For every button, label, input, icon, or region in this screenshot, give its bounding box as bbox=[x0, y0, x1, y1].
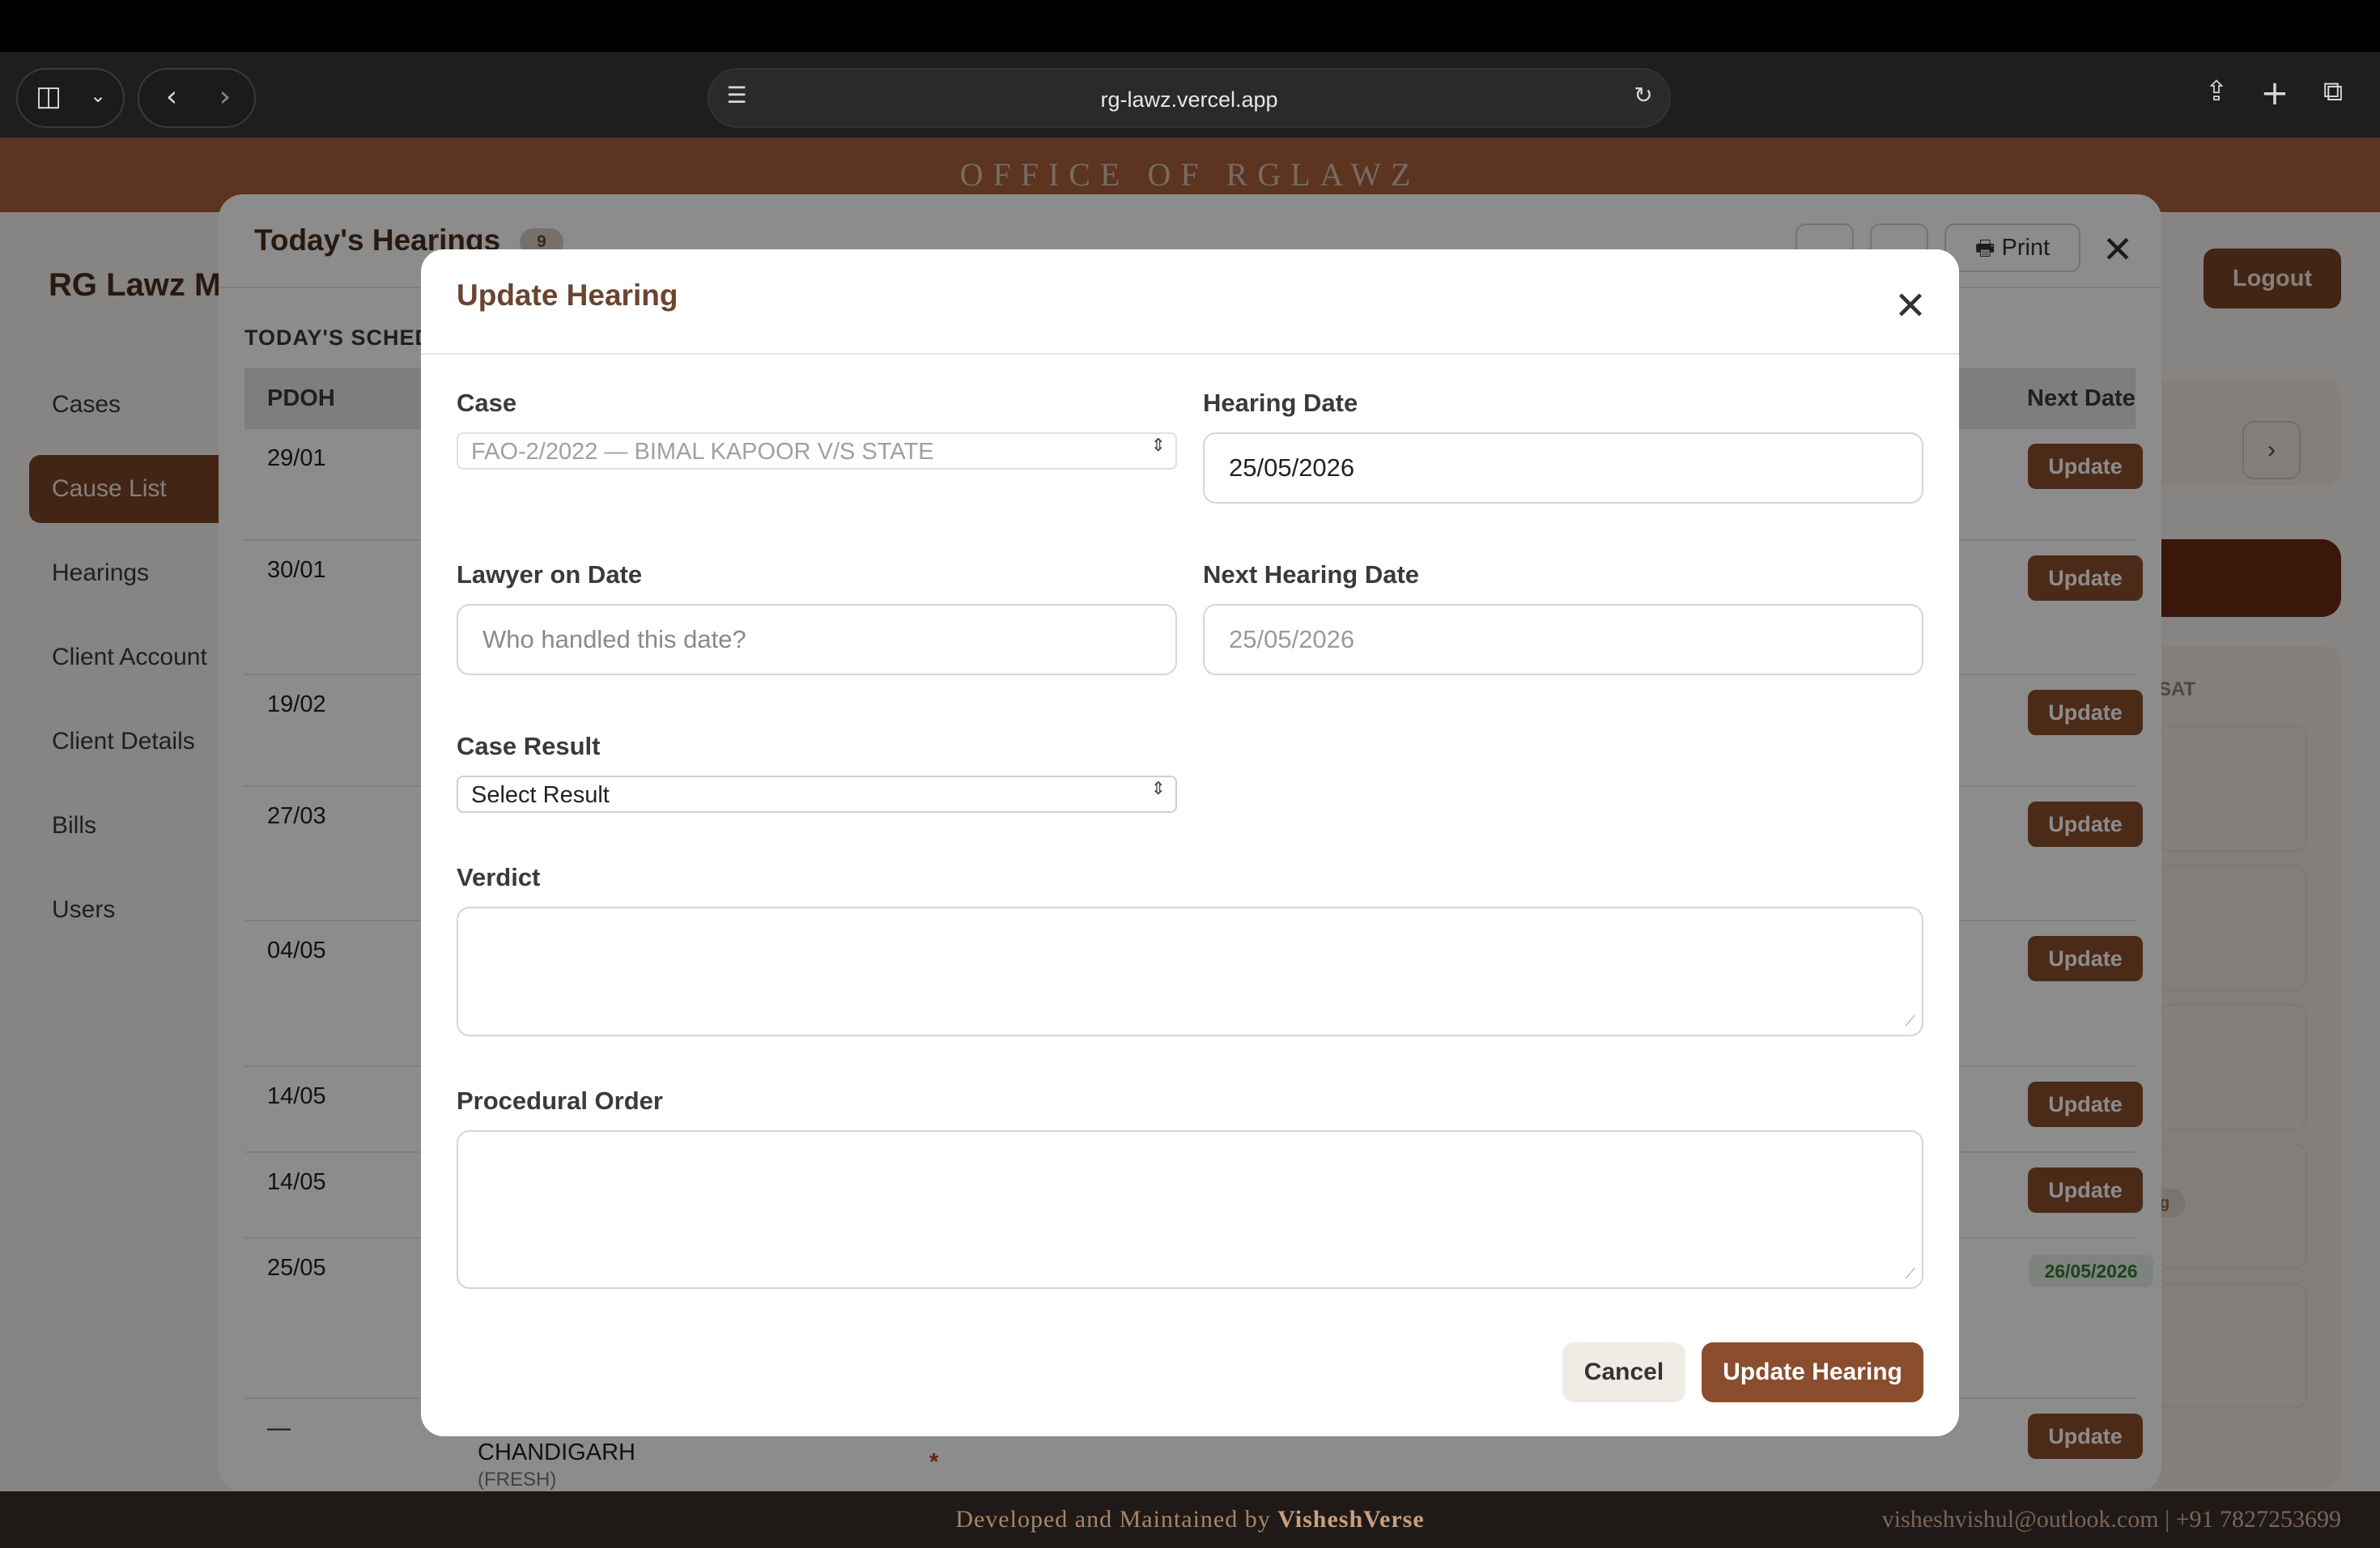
footer-contact: visheshvishul@outlook.com | +91 78272536… bbox=[1881, 1506, 2341, 1533]
hearing-date-input[interactable]: 25/05/2026 bbox=[1203, 432, 1923, 504]
update-hearing-modal: Update Hearing ✕ Case FAO-2/2022 — BIMAL… bbox=[421, 249, 1959, 1436]
reload-icon[interactable]: ↻ bbox=[1629, 84, 1658, 113]
procedural-order-textarea[interactable]: ⟋ bbox=[457, 1130, 1923, 1289]
footer-developer: VisheshVerse bbox=[1277, 1506, 1425, 1533]
lawyer-label: Lawyer on Date bbox=[457, 560, 643, 589]
case-label: Case bbox=[457, 389, 517, 417]
modal-divider bbox=[421, 353, 1959, 355]
url-text: rg-lawz.vercel.app bbox=[1100, 87, 1278, 112]
verdict-textarea[interactable]: ⟋ bbox=[457, 907, 1923, 1036]
tabs-overview-icon[interactable]: ⧉ bbox=[2315, 78, 2351, 113]
share-icon[interactable]: ⇪ bbox=[2199, 78, 2234, 113]
next-hearing-date-input[interactable]: 25/05/2026 bbox=[1203, 604, 1923, 675]
update-hearing-button[interactable]: Update Hearing bbox=[1702, 1342, 1923, 1402]
browser-toolbar: ◫ ⌄ ‹ › ☰ rg-lawz.vercel.app ↻ ⇪ + ⧉ bbox=[0, 52, 2380, 138]
new-tab-icon[interactable]: + bbox=[2257, 76, 2293, 112]
next-hearing-date-label: Next Hearing Date bbox=[1203, 560, 1420, 589]
case-result-value: Select Result bbox=[471, 782, 610, 808]
verdict-label: Verdict bbox=[457, 863, 541, 891]
cancel-button[interactable]: Cancel bbox=[1562, 1342, 1685, 1402]
resize-handle-icon[interactable]: ⟋ bbox=[1905, 1013, 1915, 1030]
hearing-date-label: Hearing Date bbox=[1203, 389, 1358, 417]
resize-handle-icon[interactable]: ⟋ bbox=[1905, 1265, 1915, 1282]
back-icon[interactable]: ‹ bbox=[157, 83, 186, 115]
address-bar[interactable]: ☰ rg-lawz.vercel.app ↻ bbox=[708, 68, 1671, 128]
history-nav-group: ‹ › bbox=[138, 68, 256, 128]
chevron-down-icon[interactable]: ⌄ bbox=[86, 86, 110, 110]
case-select-value: FAO-2/2022 — BIMAL KAPOOR V/S STATE bbox=[471, 439, 934, 465]
modal-title: Update Hearing bbox=[457, 279, 678, 312]
case-result-select[interactable]: Select Result ⇕ bbox=[457, 776, 1177, 813]
footer-prefix: Developed and Maintained by bbox=[955, 1506, 1271, 1533]
select-arrows-icon: ⇕ bbox=[1150, 436, 1166, 456]
sidebar-toggle-group[interactable]: ◫ ⌄ bbox=[16, 68, 125, 128]
close-icon[interactable]: ✕ bbox=[1888, 283, 1933, 329]
case-result-label: Case Result bbox=[457, 732, 601, 760]
case-select[interactable]: FAO-2/2022 — BIMAL KAPOOR V/S STATE ⇕ bbox=[457, 432, 1177, 470]
procedural-order-label: Procedural Order bbox=[457, 1087, 663, 1115]
select-arrows-icon: ⇕ bbox=[1150, 779, 1166, 799]
footer: Developed and Maintained by VisheshVerse… bbox=[0, 1491, 2380, 1548]
sidebar-icon[interactable]: ◫ bbox=[32, 83, 65, 112]
lawyer-input[interactable]: Who handled this date? bbox=[457, 604, 1177, 675]
forward-icon[interactable]: › bbox=[210, 83, 240, 115]
